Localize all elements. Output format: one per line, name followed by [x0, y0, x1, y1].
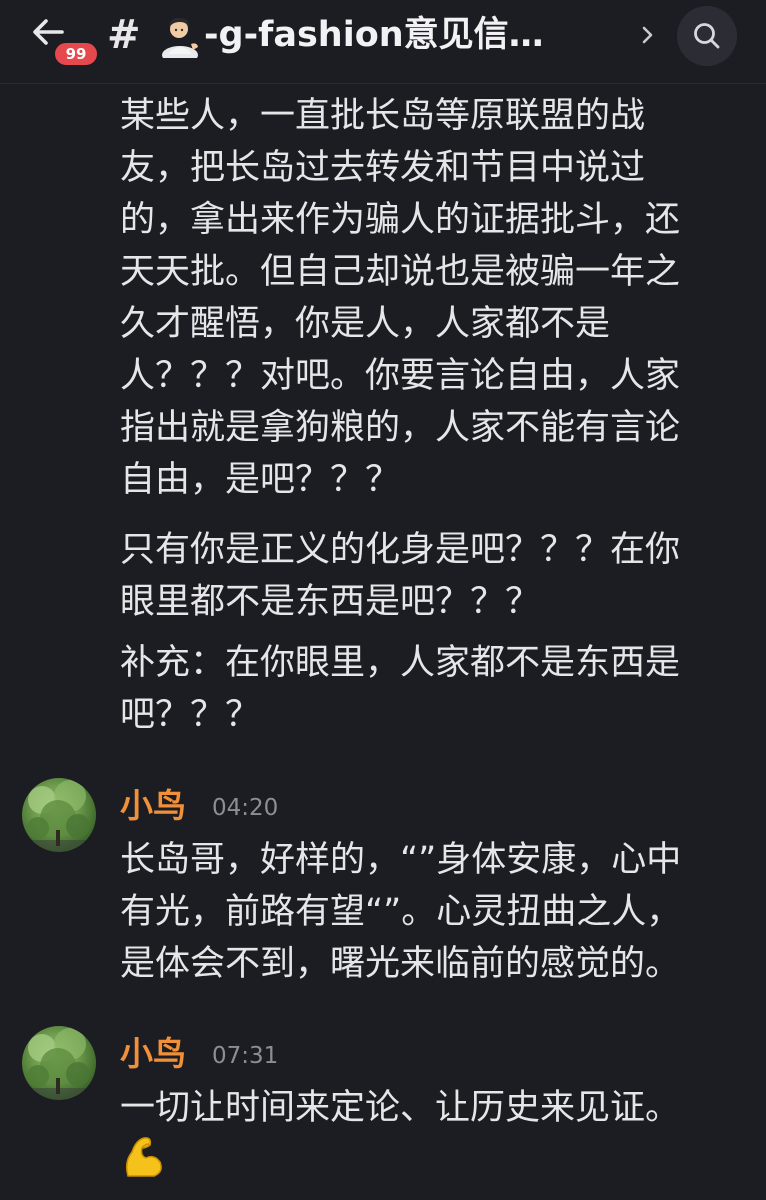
unread-count-badge: 99 — [52, 40, 100, 68]
message-line: 久才醒悟，你是人，人家都不是 — [120, 304, 611, 344]
message-line: 的，拿出来作为骗人的证据批斗，还 — [120, 200, 681, 240]
message-line: 长岛哥，好样的，“”身体安康，心中 — [120, 840, 682, 880]
message-line: 某些人，一直批长岛等原联盟的战 — [120, 96, 646, 136]
author-name[interactable]: 小鸟 — [120, 784, 186, 828]
message-timestamp: 04:20 — [212, 795, 279, 821]
back-button[interactable]: 99 — [26, 12, 100, 72]
message-line: 人？？？对吧。你要言论自由，人家 — [120, 356, 681, 396]
person-tipping-hand-emoji — [162, 17, 198, 58]
message-line: 天天批。但自己却说也是被骗一年之 — [120, 252, 681, 292]
message-line: 一切让时间来定论、让历史来见证。 — [120, 1088, 681, 1128]
message-line: 指出就是拿狗粮的，人家不能有言论 — [120, 408, 681, 448]
message-line: 自由，是吧？？？ — [120, 460, 401, 500]
avatar[interactable] — [22, 1026, 96, 1100]
channel-title[interactable]: -g-fashion意见信… — [204, 10, 614, 60]
message-line: 是体会不到，曙光来临前的感觉的。 — [120, 944, 681, 984]
message-body: 长岛哥，好样的，“”身体安康，心中 有光，前路有望“”。心灵扭曲之人， 是体会不… — [120, 834, 681, 990]
message-line: 友，把长岛过去转发和节目中说过 — [120, 148, 646, 188]
search-icon — [694, 23, 720, 49]
message-line: 只有你是正义的化身是吧？？？在你 — [120, 530, 681, 570]
message-line: 有光，前路有望“”。心灵扭曲之人， — [120, 892, 682, 932]
search-button[interactable] — [677, 6, 737, 66]
channel-hash-icon: # — [107, 12, 141, 58]
chevron-right-icon[interactable] — [638, 20, 658, 50]
avatar[interactable] — [22, 778, 96, 852]
message-timestamp: 07:31 — [212, 1043, 279, 1069]
channel-header: 99 # -g-fashion意见信… — [0, 0, 766, 84]
message-body: 一切让时间来定论、让历史来见证。 — [120, 1082, 680, 1134]
tree-photo-avatar — [22, 1028, 96, 1100]
author-name[interactable]: 小鸟 — [120, 1032, 186, 1076]
message-paragraph: 补充：在你眼里，人家都不是东西是 吧？？？ — [120, 637, 680, 741]
message-line: 吧？？？ — [120, 695, 261, 735]
message-paragraph: 只有你是正义的化身是吧？？？在你 眼里都不是东西是吧？？？ — [120, 524, 680, 628]
tree-photo-avatar — [22, 780, 96, 852]
message-line: 眼里都不是东西是吧？？？ — [120, 582, 541, 622]
flexed-biceps-emoji — [125, 1137, 162, 1177]
message-paragraph: 某些人，一直批长岛等原联盟的战 友，把长岛过去转发和节目中说过 的，拿出来作为骗… — [120, 90, 680, 506]
message-line: 补充：在你眼里，人家都不是东西是 — [120, 643, 681, 683]
